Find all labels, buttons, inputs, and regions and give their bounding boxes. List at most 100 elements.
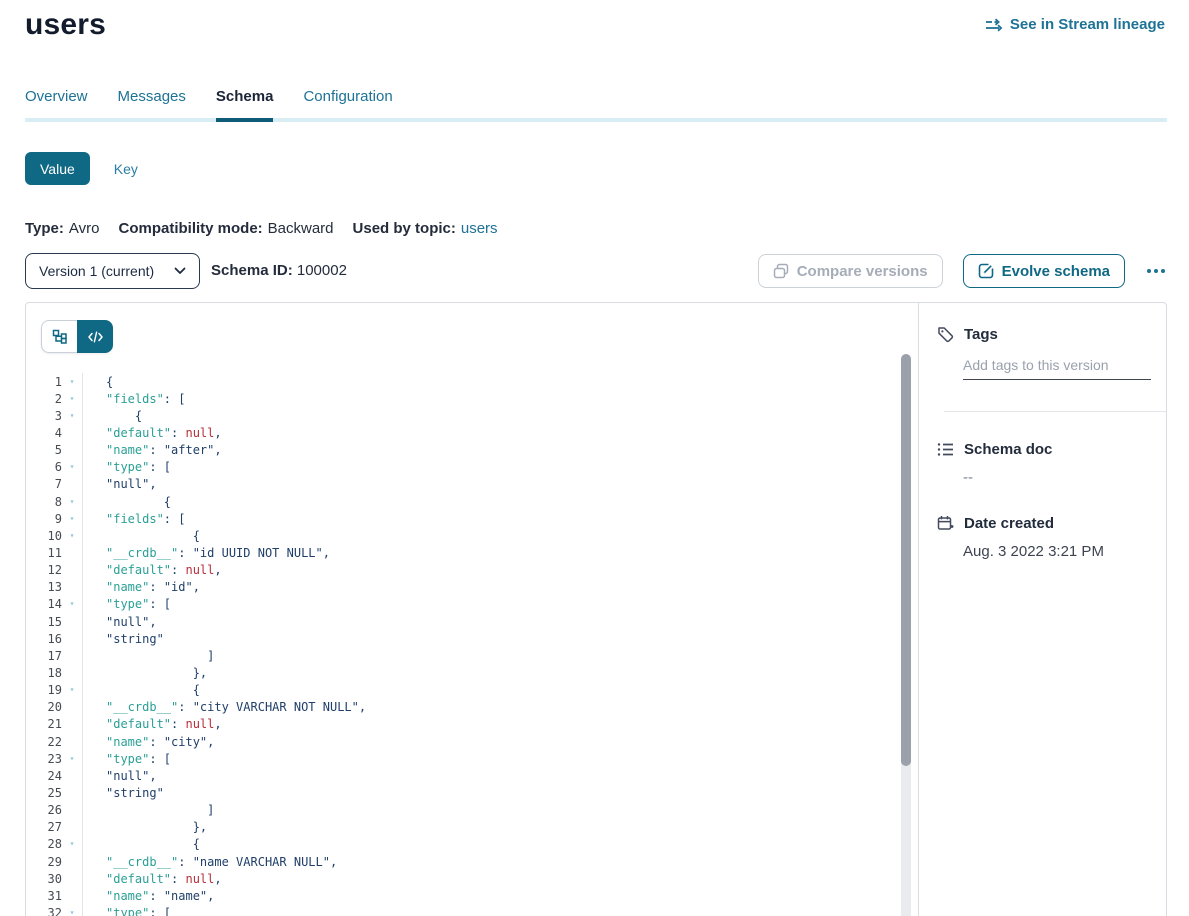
editor-scrollbar-thumb[interactable] — [901, 354, 911, 766]
value-toggle-button[interactable]: Value — [25, 152, 90, 185]
code-line: 32▾ "type": [ — [26, 904, 896, 916]
code-view-button[interactable] — [77, 320, 113, 353]
code-line-text: "name": "id", — [82, 579, 200, 596]
tree-view-button[interactable] — [41, 320, 77, 353]
type-value: Avro — [69, 220, 100, 237]
code-line: 1▾{ — [26, 373, 896, 390]
type-label: Type: — [25, 220, 64, 237]
code-line: 5 "name": "after", — [26, 442, 896, 459]
code-view-icon — [88, 331, 103, 343]
code-line: 2▾ "fields": [ — [26, 390, 896, 407]
code-line: 3▾ { — [26, 407, 896, 424]
compare-versions-button[interactable]: Compare versions — [758, 254, 943, 288]
line-number: 6 — [26, 460, 62, 474]
code-line: 24 "null", — [26, 767, 896, 784]
fold-toggle-icon[interactable]: ▾ — [62, 515, 82, 523]
tags-title: Tags — [964, 326, 998, 343]
code-line: 27 }, — [26, 819, 896, 836]
tags-section-heading: Tags — [937, 326, 1150, 343]
code-line-text: ] — [82, 647, 214, 664]
sidebar-divider — [944, 411, 1167, 412]
line-number: 25 — [26, 786, 62, 800]
line-number: 9 — [26, 512, 62, 526]
fold-toggle-icon[interactable]: ▾ — [62, 755, 82, 763]
schema-id-label: Schema ID: — [211, 262, 293, 279]
line-number: 26 — [26, 803, 62, 817]
code-line-text: { — [82, 493, 171, 510]
line-number: 24 — [26, 769, 62, 783]
fold-toggle-icon[interactable]: ▾ — [62, 463, 82, 471]
line-number: 23 — [26, 752, 62, 766]
see-in-stream-lineage-link[interactable]: See in Stream lineage — [985, 16, 1165, 33]
more-options-button[interactable] — [1145, 265, 1167, 277]
schema-sidebar: Tags Schema doc -- — [918, 303, 1166, 916]
code-line: 11 "__crdb__": "id UUID NOT NULL", — [26, 544, 896, 561]
code-line-text: "default": null, — [82, 870, 222, 887]
calendar-add-icon — [937, 515, 954, 532]
code-line-text: "type": [ — [82, 596, 171, 613]
date-created-heading: Date created — [937, 515, 1150, 532]
evolve-schema-button[interactable]: Evolve schema — [963, 254, 1125, 288]
compare-icon — [773, 263, 789, 279]
fold-toggle-icon[interactable]: ▾ — [62, 600, 82, 608]
code-line: 30 "default": null, — [26, 870, 896, 887]
code-line-text: }, — [82, 819, 207, 836]
line-number: 18 — [26, 666, 62, 680]
fold-toggle-icon[interactable]: ▾ — [62, 395, 82, 403]
compare-versions-label: Compare versions — [797, 263, 928, 280]
code-line-text: "name": "after", — [82, 442, 222, 459]
schema-doc-value: -- — [963, 469, 1150, 486]
code-line-text: "name": "name", — [82, 887, 214, 904]
line-number: 29 — [26, 855, 62, 869]
tab-schema[interactable]: Schema — [216, 88, 274, 122]
line-number: 5 — [26, 443, 62, 457]
line-number: 4 — [26, 426, 62, 440]
line-number: 28 — [26, 837, 62, 851]
fold-toggle-icon[interactable]: ▾ — [62, 840, 82, 848]
line-number: 7 — [26, 477, 62, 491]
editor-view-toggle — [41, 320, 113, 353]
version-select-value: Version 1 (current) — [39, 263, 154, 279]
more-options-icon — [1147, 269, 1151, 273]
value-key-toggle: Value Key — [25, 152, 138, 185]
date-created-value: Aug. 3 2022 3:21 PM — [963, 543, 1150, 560]
tab-configuration[interactable]: Configuration — [303, 88, 392, 118]
key-toggle-link[interactable]: Key — [114, 161, 138, 177]
code-line: 26 ] — [26, 802, 896, 819]
code-line-text: ] — [82, 802, 214, 819]
schema-panel: 1▾{2▾ "fields": [3▾ {4 "default": null,5… — [25, 302, 1167, 916]
line-number: 10 — [26, 529, 62, 543]
code-line-text: "default": null, — [82, 424, 222, 441]
version-select[interactable]: Version 1 (current) — [25, 253, 200, 289]
code-line: 21 "default": null, — [26, 716, 896, 733]
chevron-down-icon — [174, 267, 186, 275]
schema-doc-title: Schema doc — [964, 441, 1052, 458]
line-number: 13 — [26, 580, 62, 594]
tab-messages[interactable]: Messages — [118, 88, 186, 118]
code-line: 19▾ { — [26, 682, 896, 699]
schema-id: Schema ID: 100002 — [211, 262, 347, 279]
code-line-text: { — [82, 836, 200, 853]
code-line-text: "default": null, — [82, 562, 222, 579]
fold-toggle-icon[interactable]: ▾ — [62, 532, 82, 540]
fold-toggle-icon[interactable]: ▾ — [62, 686, 82, 694]
tabs-wrap: Overview Messages Schema Configuration — [25, 88, 1167, 122]
code-line-text: { — [82, 682, 200, 699]
schema-doc-heading: Schema doc — [937, 441, 1150, 458]
tab-overview[interactable]: Overview — [25, 88, 88, 118]
line-number: 12 — [26, 563, 62, 577]
fold-toggle-icon[interactable]: ▾ — [62, 412, 82, 420]
line-number: 2 — [26, 392, 62, 406]
code-line-text: "fields": [ — [82, 390, 185, 407]
line-number: 27 — [26, 820, 62, 834]
fold-toggle-icon[interactable]: ▾ — [62, 378, 82, 386]
line-number: 14 — [26, 597, 62, 611]
fold-toggle-icon[interactable]: ▾ — [62, 498, 82, 506]
topic-link[interactable]: users — [461, 220, 498, 237]
date-created-title: Date created — [964, 515, 1054, 532]
code-line: 20 "__crdb__": "city VARCHAR NOT NULL", — [26, 699, 896, 716]
code-line-text: { — [82, 527, 200, 544]
fold-toggle-icon[interactable]: ▾ — [62, 909, 82, 916]
line-number: 32 — [26, 906, 62, 916]
add-tags-input[interactable] — [963, 355, 1151, 380]
